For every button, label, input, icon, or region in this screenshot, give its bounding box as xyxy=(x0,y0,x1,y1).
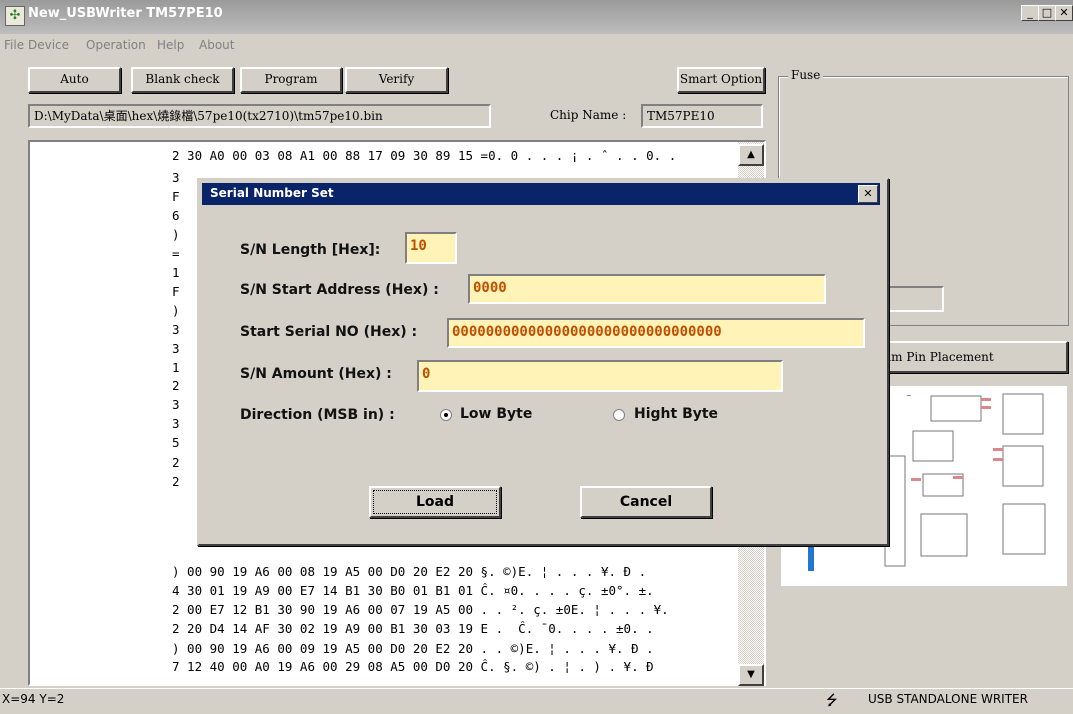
start-serial-input[interactable]: 00000000000000000000000000000000 xyxy=(447,318,865,348)
hex-row: F xyxy=(172,284,180,299)
sn-length-label: S/N Length [Hex]: xyxy=(240,242,381,258)
chip-name-label: Chip Name : xyxy=(550,108,627,122)
menu-help[interactable]: Help xyxy=(157,38,184,52)
scroll-up-icon[interactable]: ▲ xyxy=(738,144,764,166)
cursor-coords: X=94 Y=2 xyxy=(2,692,65,706)
svg-text:~: ~ xyxy=(906,392,912,400)
high-byte-radio[interactable] xyxy=(613,409,625,421)
file-path-field[interactable]: D:\MyData\桌面\hex\燒錄檔\57pe10(tx2710)\tm57… xyxy=(28,104,491,128)
sn-length-input[interactable]: 10 xyxy=(405,232,457,264)
menu-about[interactable]: About xyxy=(199,38,234,52)
high-byte-label[interactable]: Hight Byte xyxy=(634,406,718,422)
low-byte-radio[interactable] xyxy=(440,409,452,421)
scroll-down-icon[interactable]: ▼ xyxy=(738,664,764,686)
menu-device[interactable]: Device xyxy=(28,38,69,52)
hex-row: 3 xyxy=(172,416,180,431)
sn-start-address-input[interactable]: 0000 xyxy=(468,274,826,304)
hex-row: F xyxy=(172,189,180,204)
minimize-icon[interactable]: _ xyxy=(1021,5,1039,21)
app-icon: ✣ xyxy=(5,6,25,26)
low-byte-label[interactable]: Low Byte xyxy=(460,406,532,422)
hex-row: = xyxy=(172,246,180,261)
dialog-close-icon[interactable]: ✕ xyxy=(858,185,878,203)
window-title: New_USBWriter TM57PE10 xyxy=(28,6,223,21)
hex-row: 2 xyxy=(172,455,180,470)
hex-row: 3 xyxy=(172,341,180,356)
hex-row: 2 xyxy=(172,474,180,489)
hex-row: ) 00 90 19 A6 00 09 19 A5 00 D0 20 E2 20… xyxy=(172,641,654,656)
cancel-button[interactable]: Cancel xyxy=(580,486,712,518)
hex-row: 2 20 D4 14 AF 30 02 19 A9 00 B1 30 03 19… xyxy=(172,621,654,636)
sn-start-address-label: S/N Start Address (Hex) : xyxy=(240,282,439,298)
device-status: USB STANDALONE WRITER xyxy=(868,692,1028,706)
dialog-title: Serial Number Set xyxy=(210,186,334,200)
hex-row: 2 30 A0 00 03 08 A1 00 88 17 09 30 89 15… xyxy=(172,148,677,163)
hex-row: ) xyxy=(172,227,180,242)
direction-label: Direction (MSB in) : xyxy=(240,407,395,423)
hex-row: ) 00 90 19 A6 00 08 19 A5 00 D0 20 E2 20… xyxy=(172,564,647,579)
close-icon[interactable]: ✕ xyxy=(1055,5,1073,21)
program-button[interactable]: Program xyxy=(240,67,342,93)
start-serial-label: Start Serial NO (Hex) : xyxy=(240,324,418,340)
hex-row: 6 xyxy=(172,208,180,223)
hex-row: 1 xyxy=(172,265,180,280)
blank-check-button[interactable]: Blank check xyxy=(131,67,234,93)
hex-row: 3 xyxy=(172,170,180,185)
verify-button[interactable]: Verify xyxy=(345,67,448,93)
fuse-field[interactable] xyxy=(880,286,944,312)
sn-amount-label: S/N Amount (Hex) : xyxy=(240,366,392,382)
smart-option-button[interactable]: Smart Option xyxy=(677,67,765,93)
hex-row: 3 xyxy=(172,322,180,337)
maximize-icon[interactable]: □ xyxy=(1038,5,1056,21)
hex-row: 5 xyxy=(172,435,180,450)
fuse-label: Fuse xyxy=(788,68,824,82)
pin-placement-button[interactable]: am Pin Placement xyxy=(870,341,1068,373)
menu-operation[interactable]: Operation xyxy=(86,38,146,52)
auto-button[interactable]: Auto xyxy=(28,67,121,93)
chip-name-field[interactable]: TM57PE10 xyxy=(641,104,763,128)
sn-amount-input[interactable]: 0 xyxy=(417,360,783,392)
hex-row: 7 12 40 00 A0 19 A6 00 29 08 A5 00 D0 20… xyxy=(172,659,654,674)
hex-row: 1 xyxy=(172,360,180,375)
hex-row: 2 xyxy=(172,378,180,393)
hex-row: 4 30 01 19 A9 00 E7 14 B1 30 B0 01 B1 01… xyxy=(172,583,654,598)
load-button[interactable]: Load xyxy=(369,486,501,518)
menu-file[interactable]: File xyxy=(4,38,24,52)
hex-row: 2 00 E7 12 B1 30 90 19 A6 00 07 19 A5 00… xyxy=(172,602,669,617)
hex-row: ) xyxy=(172,303,180,318)
usb-icon: ⭍ xyxy=(826,693,838,709)
hex-row: 3 xyxy=(172,397,180,412)
